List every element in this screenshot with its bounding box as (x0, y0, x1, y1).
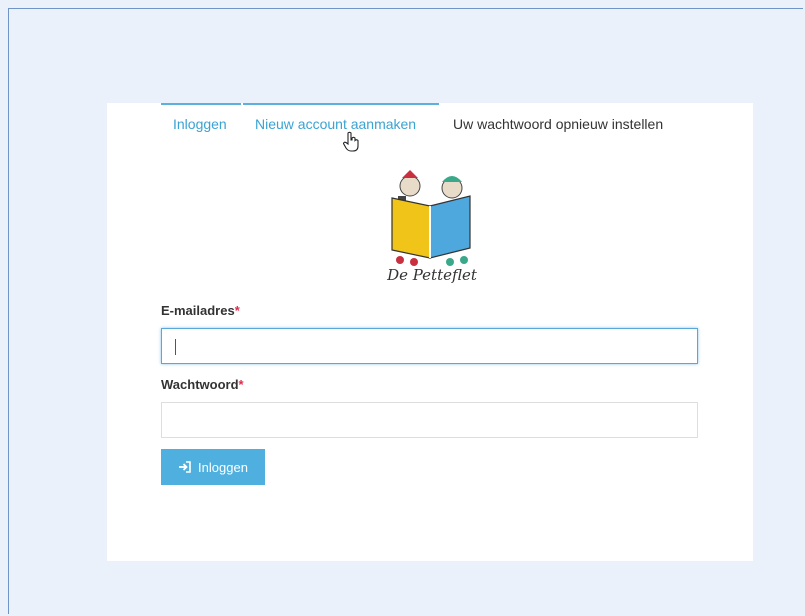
password-label: Wachtwoord* (161, 377, 244, 392)
login-card: Inloggen Nieuw account aanmaken Uw wacht… (107, 103, 753, 561)
required-marker: * (238, 377, 244, 392)
logo-text: De Petteflet (386, 266, 478, 284)
email-field[interactable] (161, 328, 698, 364)
required-marker: * (234, 303, 240, 318)
hand-pointer-icon (342, 131, 359, 152)
tab-reset-password[interactable]: Uw wachtwoord opnieuw instellen (441, 103, 675, 143)
petteflet-logo: De Petteflet (386, 170, 478, 284)
password-field[interactable] (161, 402, 698, 438)
login-button-label: Inloggen (198, 459, 248, 475)
login-button[interactable]: Inloggen (161, 449, 265, 485)
tab-login[interactable]: Inloggen (161, 103, 241, 143)
tab-bar: Inloggen Nieuw account aanmaken Uw wacht… (161, 103, 675, 143)
sign-in-icon (179, 461, 191, 473)
text-caret (175, 339, 176, 355)
email-label: E-mailadres* (161, 303, 240, 318)
tab-new-account[interactable]: Nieuw account aanmaken (243, 103, 439, 143)
